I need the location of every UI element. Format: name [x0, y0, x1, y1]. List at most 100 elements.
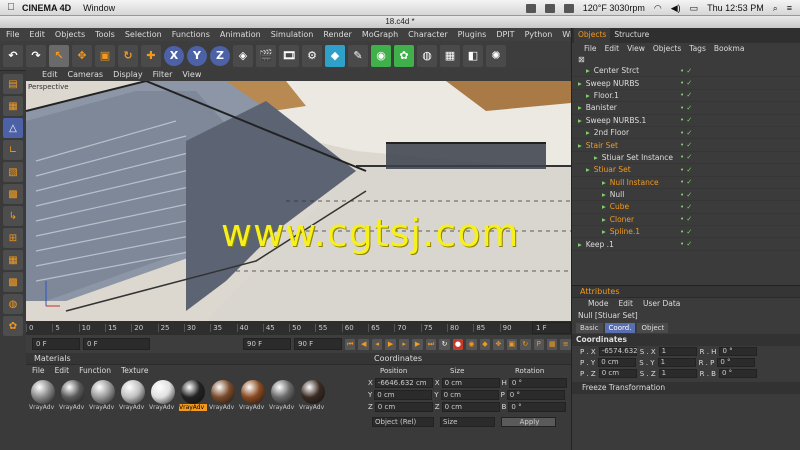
material-swatch[interactable]: VrayAdv: [149, 380, 177, 412]
param-key-icon[interactable]: P: [533, 338, 545, 350]
first-frame-icon[interactable]: ⏮: [344, 338, 356, 350]
object-row[interactable]: ▸ Null Instance • ✓: [572, 177, 800, 189]
end-frame-field[interactable]: 90 F: [294, 338, 342, 350]
objects-menu-tags[interactable]: Tags: [689, 43, 706, 55]
attr-field[interactable]: 0 °: [717, 358, 756, 367]
scale-icon[interactable]: ▣: [95, 44, 115, 67]
scale-key-icon[interactable]: ▣: [506, 338, 518, 350]
prev-frame-icon[interactable]: ◂: [371, 338, 383, 350]
menu-item-render[interactable]: Render: [323, 28, 351, 41]
materials-menu-function[interactable]: Function: [79, 365, 111, 377]
visibility-check-icon[interactable]: • ✓: [680, 178, 692, 186]
attr-field[interactable]: 1: [657, 358, 696, 367]
timeline-ruler[interactable]: 0 5 10 15 20 25 30 35 40 45 50 55 60 65 70 75 80 85 90 1 F: [26, 321, 572, 335]
current-frame-field[interactable]: 0 F: [82, 338, 151, 350]
size-field[interactable]: 0 cm: [440, 390, 499, 400]
menu-item-functions[interactable]: Functions: [172, 28, 210, 41]
object-row[interactable]: ▸ Spline.1 • ✓: [572, 226, 800, 239]
material-swatch[interactable]: VrayAdv: [89, 380, 117, 412]
objects-menu-bookma[interactable]: Bookma: [714, 43, 745, 55]
materials-menu-file[interactable]: File: [32, 365, 45, 377]
prev-key-icon[interactable]: ◀: [358, 338, 369, 350]
grid-icon[interactable]: ▦: [3, 250, 23, 270]
clock[interactable]: Thu 12:53 PM: [707, 3, 764, 13]
objects-menu-edit[interactable]: Edit: [605, 43, 620, 55]
visibility-check-icon[interactable]: • ✓: [680, 153, 692, 161]
close-icon[interactable]: ⊠: [572, 55, 800, 65]
battery-icon[interactable]: ▭: [690, 3, 699, 14]
menu-item-dpit-full[interactable]: DPIT Full: [496, 28, 514, 52]
objects-menu-objects[interactable]: Objects: [653, 43, 681, 55]
visibility-check-icon[interactable]: • ✓: [680, 104, 692, 112]
last-frame-icon[interactable]: ⏭: [425, 338, 437, 350]
rotation-field[interactable]: 0 °: [506, 390, 565, 400]
menu-item-edit[interactable]: Edit: [29, 28, 45, 41]
viewport-menu-cameras[interactable]: Cameras: [68, 69, 104, 81]
pen-icon[interactable]: ✎: [348, 44, 368, 67]
attributes-menu-mode[interactable]: Mode: [588, 298, 608, 310]
object-row[interactable]: ▸ Stair Set • ✓: [572, 139, 800, 152]
menu-item-file[interactable]: File: [6, 28, 19, 41]
temp-readout[interactable]: 120°F 3030rpm: [583, 3, 645, 13]
visibility-check-icon[interactable]: • ✓: [680, 166, 692, 174]
scene-icon[interactable]: ▦: [440, 44, 460, 67]
objects-menu-file[interactable]: File: [584, 43, 597, 55]
object-row[interactable]: ▸ Banister • ✓: [572, 102, 800, 115]
material-swatch[interactable]: VrayAdv: [119, 380, 147, 412]
apply-button[interactable]: Apply: [501, 417, 556, 427]
visibility-check-icon[interactable]: • ✓: [680, 215, 692, 223]
object-row[interactable]: ▸ Cube • ✓: [572, 201, 800, 214]
menu-item-selection[interactable]: Selection: [125, 28, 162, 41]
checker-icon[interactable]: ▩: [3, 272, 23, 292]
edges-mode-icon[interactable]: ▧: [3, 162, 23, 182]
visibility-check-icon[interactable]: • ✓: [680, 203, 692, 211]
model-mode-icon[interactable]: ▤: [3, 74, 23, 94]
workplane-icon[interactable]: △: [3, 118, 23, 138]
light-icon[interactable]: ✺: [486, 44, 506, 67]
pla-key-icon[interactable]: ▦: [547, 338, 558, 350]
menu-item-character[interactable]: Character: [408, 28, 448, 41]
cube-icon[interactable]: ◆: [325, 44, 345, 67]
x-axis-icon[interactable]: X: [164, 45, 184, 66]
visibility-check-icon[interactable]: • ✓: [680, 240, 692, 248]
position-key-icon[interactable]: ✥: [493, 338, 504, 350]
material-swatch[interactable]: VrayAdv: [179, 380, 207, 412]
polygons-mode-icon[interactable]: ▩: [3, 184, 23, 204]
move-icon[interactable]: ✥: [72, 44, 92, 67]
object-row[interactable]: ▸ Floor.1 • ✓: [572, 90, 800, 103]
size-mode-select[interactable]: Size: [440, 417, 495, 427]
attr-field[interactable]: 0 cm: [598, 369, 637, 378]
object-row[interactable]: ▸ Stiuar Set Instance • ✓: [572, 152, 800, 165]
menu-item-objects[interactable]: Objects: [55, 28, 85, 41]
attr-field[interactable]: 0 cm: [598, 358, 637, 367]
visibility-check-icon[interactable]: • ✓: [680, 191, 692, 199]
object-row[interactable]: ▸ Center Strct • ✓: [572, 65, 800, 78]
viewport-menu-filter[interactable]: Filter: [153, 69, 173, 81]
max-frame-field[interactable]: 90 F: [243, 338, 291, 350]
viewport-menu-display[interactable]: Display: [113, 69, 143, 81]
freeze-transformation-section[interactable]: Freeze Transformation: [572, 382, 800, 394]
app-name[interactable]: CINEMA 4D: [22, 3, 71, 13]
menu-item-animation[interactable]: Animation: [220, 28, 261, 41]
attributes-menu-edit[interactable]: Edit: [618, 298, 633, 310]
menu-item-python[interactable]: Python: [525, 28, 553, 41]
render-view-icon[interactable]: 🎬: [256, 44, 276, 67]
object-row[interactable]: ▸ Null • ✓: [572, 189, 800, 202]
size-field[interactable]: 0 cm: [441, 378, 500, 388]
window-menu[interactable]: Window: [83, 3, 115, 13]
add-icon[interactable]: ✚: [141, 44, 161, 67]
menu-item-mograph[interactable]: MoGraph: [362, 28, 398, 41]
live-select-icon[interactable]: ↖: [49, 44, 69, 67]
list-icon[interactable]: ≡: [787, 3, 792, 13]
material-swatch[interactable]: VrayAdv: [29, 380, 57, 412]
camera-icon[interactable]: ◧: [463, 44, 483, 67]
object-row[interactable]: ▸ Stiuar Set • ✓: [572, 164, 800, 177]
start-frame-field[interactable]: 0 F: [32, 338, 80, 350]
viewport[interactable]: Perspective www.cgtsj.com: [26, 81, 571, 321]
loop-icon[interactable]: ↻: [439, 338, 450, 350]
menu-item-tools[interactable]: Tools: [95, 28, 115, 41]
rotation-key-icon[interactable]: ↻: [520, 338, 531, 350]
objects-menu-view[interactable]: View: [627, 43, 645, 55]
status-icon[interactable]: [563, 3, 574, 13]
undo-icon[interactable]: ↶: [3, 44, 23, 67]
